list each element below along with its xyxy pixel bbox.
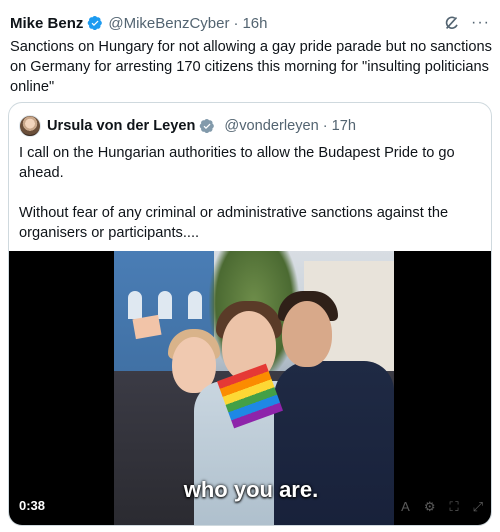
settings-icon[interactable]: ⚙ bbox=[424, 499, 436, 515]
video-player[interactable]: who you are. 0:38 A ⚙ ⛶ ⤢ bbox=[9, 251, 491, 525]
verified-badge-icon bbox=[87, 15, 103, 31]
video-timestamp: 0:38 bbox=[19, 498, 46, 513]
quoted-tweet-text: I call on the Hungarian authorities to a… bbox=[9, 139, 491, 243]
tweet-time[interactable]: 16h bbox=[242, 15, 267, 32]
quoted-paragraph-1: I call on the Hungarian authorities to a… bbox=[19, 145, 455, 181]
verified-badge-gray-icon bbox=[199, 118, 215, 134]
person-face bbox=[282, 301, 332, 367]
more-icon[interactable]: ··· bbox=[471, 15, 490, 31]
quoted-author-name[interactable]: Ursula von der Leyen bbox=[47, 118, 195, 134]
tweet-text: Sanctions on Hungary for not allowing a … bbox=[10, 39, 492, 95]
separator-dot: · bbox=[233, 14, 239, 32]
video-controls: A ⚙ ⛶ ⤢ bbox=[401, 499, 483, 515]
header-actions: ··· bbox=[443, 14, 490, 32]
author-handle[interactable]: @MikeBenzCyber bbox=[108, 15, 229, 32]
quoted-tweet-time[interactable]: 17h bbox=[332, 118, 356, 134]
captions-icon[interactable]: A bbox=[401, 499, 410, 515]
author-name[interactable]: Mike Benz bbox=[10, 15, 83, 32]
quoted-tweet-card[interactable]: Ursula von der Leyen @vonderleyen · 17h … bbox=[8, 102, 492, 526]
fullscreen-icon[interactable]: ⛶ bbox=[449, 499, 458, 515]
avatar[interactable] bbox=[19, 115, 41, 137]
grok-icon[interactable] bbox=[443, 14, 461, 32]
tweet-header: Mike Benz @MikeBenzCyber · 16h ··· bbox=[10, 12, 490, 34]
quoted-paragraph-2: Without fear of any criminal or administ… bbox=[19, 205, 449, 241]
expand-icon[interactable]: ⤢ bbox=[473, 499, 483, 515]
separator-dot: · bbox=[322, 118, 328, 134]
quoted-author-handle[interactable]: @vonderleyen bbox=[224, 118, 318, 134]
quoted-tweet-header: Ursula von der Leyen @vonderleyen · 17h bbox=[9, 113, 491, 139]
